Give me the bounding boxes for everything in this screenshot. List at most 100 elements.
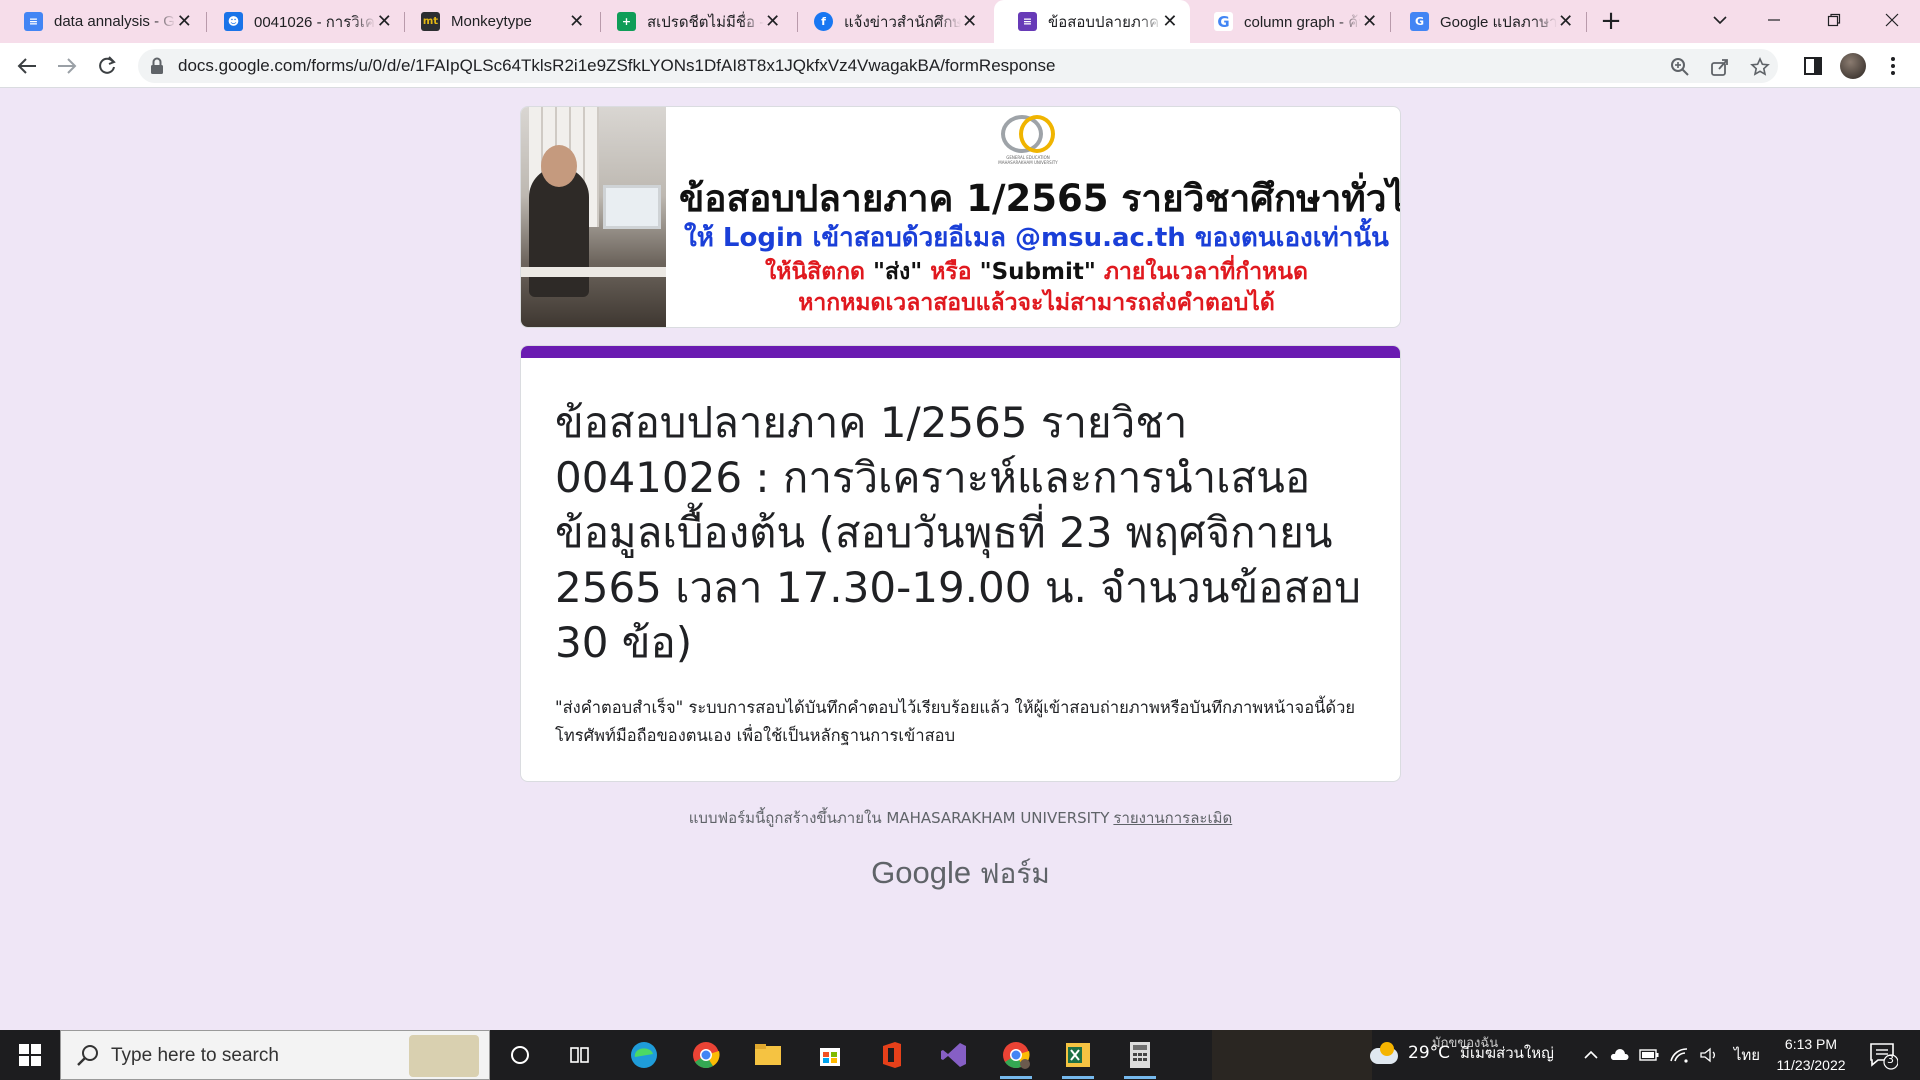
share-icon[interactable]: [1708, 55, 1732, 79]
new-tab-button[interactable]: +: [1596, 6, 1626, 36]
task-view-button[interactable]: [560, 1037, 600, 1073]
excel-app[interactable]: [1058, 1037, 1098, 1079]
system-clock[interactable]: 6:13 PM 11/23/2022: [1766, 1034, 1856, 1076]
address-bar[interactable]: docs.google.com/forms/u/0/d/e/1FAIpQLSc6…: [138, 49, 1778, 83]
weather-temperature: 29°C: [1408, 1043, 1451, 1063]
chrome-app[interactable]: [686, 1037, 726, 1073]
tab-spreadsheet[interactable]: + สเปรดชีตไม่มีชื่อ - Go ✕: [593, 0, 793, 43]
side-panel-icon: [1804, 57, 1822, 75]
clock-time: 6:13 PM: [1784, 1036, 1838, 1052]
edge-icon: [631, 1042, 657, 1068]
general-education-logo: GENERAL EDUCATION MAHASARAKHAM UNIVERSIT…: [997, 113, 1059, 165]
arrow-left-icon: [17, 58, 36, 74]
battery-icon[interactable]: [1638, 1044, 1660, 1066]
search-icon: [77, 1045, 98, 1066]
minimize-button[interactable]: [1746, 0, 1802, 40]
weather-condition: มีเมฆส่วนใหญ่: [1460, 1044, 1554, 1062]
tab-facebook[interactable]: f แจ้งข่าวสำนักศึกษาทั่ ✕: [790, 0, 990, 43]
google-translate-icon: G: [1410, 12, 1429, 31]
banner-text: "ส่ง": [873, 259, 923, 285]
chrome-app-active[interactable]: [996, 1037, 1036, 1079]
tab-google-translate[interactable]: G Google แปลภาษา ✕: [1386, 0, 1586, 43]
notification-center-button[interactable]: 3: [1868, 1040, 1899, 1070]
taskbar-search[interactable]: Type here to search: [60, 1030, 490, 1080]
close-icon[interactable]: ✕: [1162, 11, 1178, 32]
reload-button[interactable]: [90, 49, 124, 83]
forward-button[interactable]: [50, 49, 84, 83]
close-icon: [1885, 13, 1899, 27]
tab-title: 0041026 - การวิเคราะ: [254, 13, 376, 31]
form-header-banner: GENERAL EDUCATION MAHASARAKHAM UNIVERSIT…: [520, 106, 1401, 328]
bookmark-star-icon[interactable]: [1748, 55, 1772, 79]
confirmation-message: "ส่งคำตอบสำเร็จ" ระบบการสอบได้บันทึกคำตอ…: [555, 698, 1356, 745]
close-icon[interactable]: ✕: [1557, 11, 1574, 32]
google-forms-icon: ≡: [1018, 12, 1037, 31]
office-app[interactable]: [872, 1037, 912, 1073]
menu-button[interactable]: [1880, 53, 1906, 79]
visual-studio-app[interactable]: [934, 1037, 974, 1073]
footer-note-text: แบบฟอร์มนี้ถูกสร้างขึ้นภายใน MAHASARAKHA…: [688, 809, 1110, 827]
banner-photo: [521, 107, 666, 327]
store-app[interactable]: [810, 1037, 850, 1073]
form-response-card: ข้อสอบปลายภาค 1/2565 รายวิชา 0041026 : ก…: [520, 345, 1401, 782]
google-search-icon: G: [1214, 12, 1233, 31]
banner-text: ภายในเวลาที่กำหนด: [1095, 259, 1308, 285]
tab-monkeytype[interactable]: mt Monkeytype ✕: [397, 0, 597, 43]
close-icon[interactable]: ✕: [568, 11, 585, 32]
tab-data-annalysis[interactable]: ≡ data annalysis - Go ✕: [0, 0, 205, 43]
search-placeholder: Type here to search: [111, 1045, 279, 1066]
tab-search-button[interactable]: [1692, 0, 1748, 40]
weather-widget[interactable]: 29°C มีเมฆส่วนใหญ่: [1368, 1040, 1554, 1066]
facebook-icon: f: [814, 12, 833, 31]
zoom-icon[interactable]: [1668, 55, 1692, 79]
close-icon[interactable]: ✕: [961, 11, 978, 32]
close-icon[interactable]: ✕: [1361, 11, 1378, 32]
side-panel-button[interactable]: [1800, 53, 1826, 79]
tab-title: แจ้งข่าวสำนักศึกษาทั่: [844, 13, 962, 31]
wifi-icon[interactable]: [1668, 1044, 1690, 1066]
calculator-app[interactable]: [1120, 1037, 1160, 1079]
report-abuse-link[interactable]: รายงานการละเมิด: [1113, 809, 1232, 827]
tab-title: column graph - ค้น: [1244, 13, 1362, 31]
close-window-button[interactable]: [1864, 0, 1920, 40]
cortana-icon: [511, 1046, 529, 1064]
google-forms-logo[interactable]: Google ฟอร์ม: [520, 852, 1401, 896]
chevron-up-icon[interactable]: [1580, 1044, 1602, 1066]
start-button[interactable]: [0, 1030, 60, 1080]
card-accent-bar: [521, 346, 1400, 358]
url-text[interactable]: docs.google.com/forms/u/0/d/e/1FAIpQLSc6…: [178, 56, 1055, 76]
notification-count: 3: [1887, 1053, 1894, 1066]
onedrive-icon[interactable]: [1608, 1044, 1630, 1066]
windows-taskbar: Type here to search มักขของฉัน 29°C มีเม…: [0, 1030, 1920, 1080]
back-button[interactable]: [10, 49, 44, 83]
task-view-icon: [570, 1047, 589, 1063]
banner-text: หรือ: [922, 259, 980, 285]
tab-column-graph[interactable]: G column graph - ค้น ✕: [1190, 0, 1390, 43]
more-vert-icon: [1891, 57, 1895, 75]
tab-strip: ≡ data annalysis - Go ✕ ☻ 0041026 - การว…: [0, 0, 1920, 43]
form-title: ข้อสอบปลายภาค 1/2565 รายวิชา 0041026 : ก…: [555, 398, 1361, 667]
file-explorer-app[interactable]: [748, 1037, 788, 1073]
banner-photo-head: [541, 145, 577, 187]
forms-wordmark: ฟอร์ม: [979, 858, 1050, 889]
tab-title: Monkeytype: [451, 13, 532, 30]
google-docs-icon: ≡: [24, 12, 43, 31]
banner-photo-desk: [521, 267, 666, 277]
tab-classroom[interactable]: ☻ 0041026 - การวิเคราะ ✕: [200, 0, 405, 43]
media-thumbnail: มักขของฉัน: [1212, 1030, 1498, 1080]
logo-ring: [1019, 115, 1055, 153]
close-icon[interactable]: ✕: [376, 11, 393, 32]
excel-icon: [1066, 1043, 1090, 1067]
tab-exam-form[interactable]: ≡ ข้อสอบปลายภาค 1/2 ✕: [994, 0, 1190, 43]
restore-button[interactable]: [1806, 0, 1862, 40]
windows-logo-icon: [19, 1044, 41, 1066]
cortana-button[interactable]: [500, 1037, 540, 1073]
restore-icon: [1827, 13, 1841, 27]
volume-icon[interactable]: [1698, 1044, 1720, 1066]
input-language[interactable]: ไทย: [1732, 1044, 1762, 1066]
edge-app[interactable]: [624, 1037, 664, 1073]
profile-avatar[interactable]: [1840, 53, 1866, 79]
lock-icon[interactable]: [150, 57, 164, 75]
close-icon[interactable]: ✕: [764, 11, 781, 32]
close-icon[interactable]: ✕: [176, 11, 193, 32]
